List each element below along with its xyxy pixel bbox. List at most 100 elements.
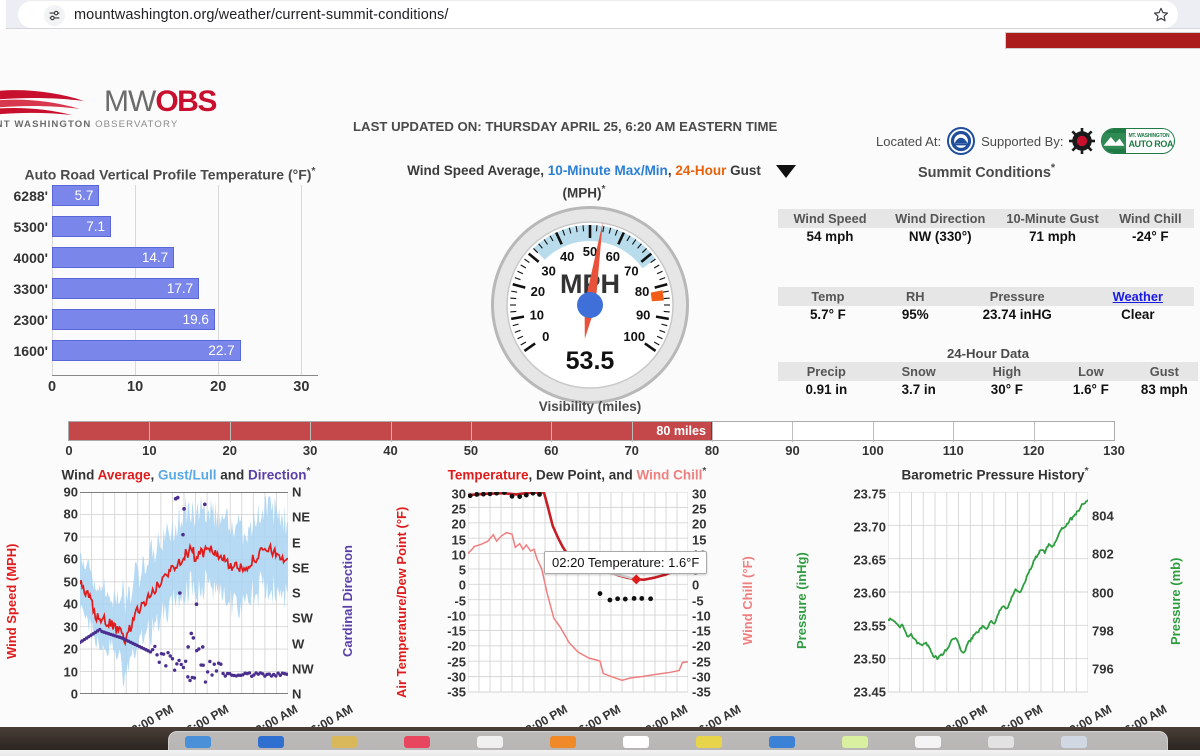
y-axis-tick: W (292, 636, 305, 651)
star-icon[interactable] (1152, 6, 1172, 26)
table-column-header: Snow (901, 364, 936, 379)
auto-road-bar[interactable]: 19.6 (52, 309, 215, 330)
wc-t1: Average (97, 467, 151, 483)
supported-by-label: Supported By: (981, 133, 1064, 149)
dock-app-icon[interactable] (477, 736, 503, 748)
y-axis-tick: 23.45 (853, 684, 886, 700)
y-axis-tick: 802 (1092, 546, 1114, 562)
summit-conditions-table-wind: Wind Speed Wind Direction 10-Minute Gust Wi… (778, 209, 1194, 245)
auto-road-x-tick: 10 (127, 379, 144, 395)
y-axis-tick: -35 (447, 684, 466, 700)
mwobs-logo[interactable]: MWOBS MOUNT WASHINGTON OBSERVATORY (0, 85, 217, 137)
gear-sponsor-logo[interactable] (1069, 128, 1096, 154)
table-column-header: Gust (1149, 364, 1179, 379)
visibility-x-tick: 110 (942, 443, 964, 458)
y-axis-tick: -25 (447, 654, 466, 670)
site-settings-icon[interactable] (44, 5, 65, 26)
table-header-row: Precip Snow High Low Gust (778, 362, 1198, 381)
wc-t0: Wind (61, 467, 98, 483)
dock-app-icon[interactable] (258, 736, 284, 748)
visibility-gridline (229, 422, 231, 442)
dock-app-icon[interactable] (185, 736, 211, 748)
dock-app-icon[interactable] (842, 736, 868, 748)
visibility-x-tick: 90 (785, 443, 800, 458)
address-bar[interactable]: mountwashington.org/weather/current-summ… (18, 1, 1178, 28)
dock-app-icon[interactable] (988, 736, 1014, 748)
y-axis-tick: 798 (1092, 623, 1114, 639)
visibility-x-tick: 130 (1103, 443, 1125, 458)
auto-road-bar[interactable]: 17.7 (52, 278, 200, 299)
dock-app-icon[interactable] (1061, 736, 1087, 748)
table-column-header: Weather (1082, 287, 1194, 306)
auto-road-x-tick: 30 (293, 379, 310, 395)
dock-app-icon[interactable] (550, 736, 576, 748)
summit-conditions-title: Summit Conditions* (918, 162, 1055, 181)
auto-road-bar[interactable]: 5.7 (52, 185, 100, 206)
table-column-header: Temp (811, 289, 845, 304)
visibility-gridline (149, 422, 151, 442)
y-axis-tick: 23.75 (853, 486, 886, 502)
visibility-x-tick: 10 (142, 443, 157, 458)
pressure-chart-title: Barometric Pressure History* (790, 466, 1200, 483)
y-axis-tick: -10 (692, 608, 711, 624)
mwobs-subtitle: MOUNT WASHINGTON OBSERVATORY (0, 119, 178, 130)
table-cell: Clear (1121, 307, 1155, 322)
wind-history-chart: Wind Average, Gust/Lull and Direction* W… (0, 464, 372, 741)
auto-road-bar[interactable]: 22.7 (52, 340, 241, 361)
dock-app-icon[interactable] (769, 736, 795, 748)
y-axis-tick: -30 (692, 669, 711, 685)
visibility-gridline (872, 422, 874, 442)
footnote-asterisk: * (1084, 466, 1089, 477)
visibility-x-tick: 100 (861, 443, 884, 458)
wind-plot-area (80, 492, 288, 694)
dock-app-icon[interactable] (623, 736, 649, 748)
auto-road-line2: AUTO ROAD (1128, 139, 1176, 149)
auto-road-x-tick: 20 (210, 379, 227, 395)
chart-tooltip: 02:20 Temperature: 1.6°F (544, 551, 708, 574)
auto-road-chart-title: Auto Road Vertical Profile Temperature (… (0, 165, 340, 183)
y-axis-tick: 10 (63, 664, 78, 680)
wc-t3: Gust/Lull (157, 467, 217, 483)
y-axis-tick: 20 (692, 516, 707, 532)
y-axis-tick: 15 (451, 532, 466, 548)
y-axis-tick: 800 (1092, 585, 1114, 600)
table-cell: 0.91 in (805, 382, 848, 397)
tc-t3: , and (601, 467, 637, 483)
wind-speed-gauge: 0102030405060708090100 MPH 53.5 (491, 206, 689, 404)
auto-road-bar-row: 5300' 7.1 (0, 216, 340, 238)
y-axis-tick: 60 (63, 551, 78, 567)
y-axis-tick: -5 (692, 593, 704, 609)
chevron-down-icon[interactable] (776, 165, 796, 178)
visibility-x-tick: 120 (1022, 443, 1045, 458)
auto-road-x-tick: 0 (47, 379, 57, 395)
weather-link[interactable]: Weather (1113, 289, 1163, 304)
visibility-track: 80 miles (68, 421, 1115, 442)
dock-app-icon[interactable] (915, 736, 941, 748)
pressure-y-axis-label-left: Pressure (inHg) (794, 552, 809, 650)
dock-app-icon[interactable] (331, 736, 357, 748)
table-column-header: 10-Minute Gust (1006, 211, 1099, 226)
logo-sub-light: OBSERVATORY (95, 119, 179, 130)
table-cell: 3.7 in (901, 382, 936, 397)
visibility-value-label: 80 miles (656, 424, 707, 438)
visibility-gridline (712, 422, 714, 442)
dock-app-icon[interactable] (404, 736, 430, 748)
auto-road-bar[interactable]: 14.7 (52, 247, 175, 268)
y-axis-tick: 80 (63, 506, 78, 522)
url-text[interactable]: mountwashington.org/weather/current-summ… (74, 6, 449, 25)
auto-road-elevation-label: 2300' (13, 312, 48, 328)
table-cell: 5.7° F (809, 307, 846, 322)
visibility-gridline (390, 422, 392, 442)
dock-app-icon[interactable] (696, 736, 722, 748)
table-column-header: Precip (806, 364, 846, 379)
temperature-history-chart: Temperature, Dew Point, and Wind Chill* … (392, 464, 762, 741)
y-axis-tick: 25 (692, 501, 707, 517)
auto-road-elevation-label: 5300' (13, 219, 48, 235)
table-header-row: Temp RH Pressure Weather (778, 287, 1194, 306)
auto-road-bar[interactable]: 7.1 (52, 216, 112, 237)
table-row: 0.91 in 3.7 in 30° F 1.6° F 83 mph (778, 381, 1198, 398)
mount-washington-state-park-logo[interactable] (947, 127, 976, 155)
mt-washington-auto-road-logo[interactable]: MT. WASHINGTON AUTO ROAD (1101, 128, 1176, 154)
wind-chart-title: Wind Average, Gust/Lull and Direction* (0, 466, 372, 483)
logo-sub-bold: MOUNT WASHINGTON (0, 119, 92, 130)
